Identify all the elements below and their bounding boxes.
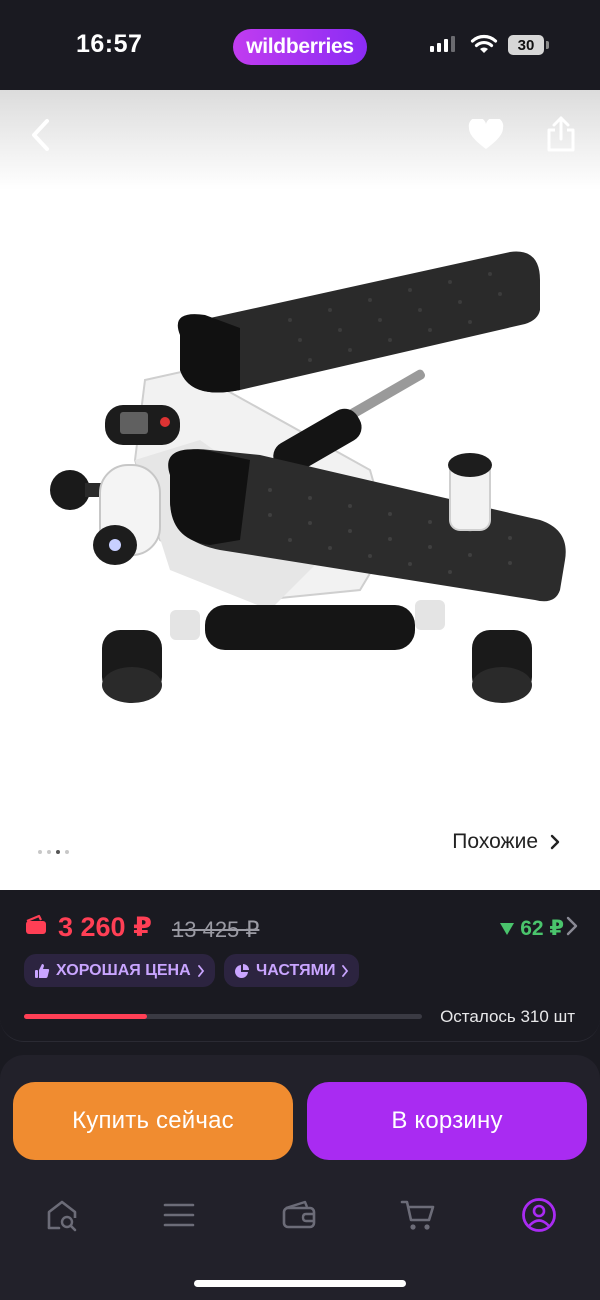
similar-label: Похожие	[452, 830, 538, 853]
chevron-right-icon[interactable]	[566, 916, 578, 936]
triangle-down-icon	[500, 922, 515, 935]
good-price-badge[interactable]: ХОРОШАЯ ЦЕНА	[24, 954, 215, 987]
favorite-button[interactable]	[465, 115, 507, 155]
old-price: 13 425 ₽	[172, 917, 260, 942]
bottom-action-sheet: Купить сейчас В корзину	[0, 1055, 600, 1300]
cashback-value: 62 ₽	[520, 917, 564, 940]
profile-icon	[522, 1198, 556, 1232]
share-button[interactable]	[540, 112, 582, 156]
price-panel: 3 260 ₽ 13 425 ₽ 62 ₽ ХОРОШАЯ ЦЕНА ЧАСТЯ…	[0, 890, 600, 1042]
thumbs-up-icon	[35, 963, 50, 978]
tab-profile[interactable]	[509, 1185, 569, 1245]
bottom-tab-bar	[0, 1185, 600, 1245]
tab-cart[interactable]	[388, 1185, 448, 1245]
product-image-stepper	[50, 251, 566, 703]
installments-label: ЧАСТЯМИ	[256, 961, 336, 979]
chevron-left-icon	[32, 119, 49, 151]
gallery-pagination	[38, 850, 69, 854]
screen: 16:57 wildberries 30 Похожие 3 260 ₽ 13 …	[0, 0, 600, 1300]
wallet-icon	[282, 1200, 316, 1229]
stock-left-label: Осталось 310 шт	[440, 1007, 575, 1026]
gallery-top-gradient	[0, 90, 600, 190]
status-time: 16:57	[76, 30, 143, 58]
tab-catalog[interactable]	[149, 1185, 209, 1245]
tab-home[interactable]	[32, 1185, 92, 1245]
product-gallery[interactable]: Похожие	[0, 90, 600, 890]
pagination-dot	[47, 850, 51, 854]
catalog-menu-icon	[163, 1203, 195, 1227]
home-search-icon	[47, 1200, 77, 1232]
battery-icon: 30	[508, 35, 544, 55]
pagination-dot	[65, 850, 69, 854]
brand-pill[interactable]: wildberries	[233, 29, 367, 65]
good-price-label: ХОРОШАЯ ЦЕНА	[56, 961, 191, 979]
stock-progress-fill	[24, 1014, 148, 1019]
cashback[interactable]: 62 ₽	[500, 916, 564, 941]
pie-chart-icon	[235, 963, 249, 978]
wifi-icon	[470, 34, 498, 53]
pagination-dot	[38, 850, 42, 854]
tab-wallet[interactable]	[269, 1185, 329, 1245]
cellular-signal-icon	[430, 36, 455, 52]
buy-now-button[interactable]: Купить сейчас	[13, 1082, 293, 1160]
back-button[interactable]	[20, 115, 60, 155]
installments-badge[interactable]: ЧАСТЯМИ	[224, 954, 360, 987]
stock-progress-bar	[24, 1014, 422, 1019]
add-to-cart-button[interactable]: В корзину	[307, 1082, 587, 1160]
cart-icon	[400, 1200, 435, 1230]
home-indicator	[194, 1280, 406, 1287]
current-price: 3 260 ₽	[58, 912, 152, 942]
similar-products-link[interactable]: Похожие	[452, 830, 560, 854]
heart-icon	[468, 119, 504, 149]
share-icon	[547, 116, 575, 152]
status-bar: 16:57 wildberries 30	[0, 0, 600, 90]
wallet-price-icon	[26, 914, 46, 934]
chevron-right-icon	[342, 964, 349, 977]
chevron-right-icon	[550, 834, 560, 850]
pagination-dot-active	[56, 850, 60, 854]
chevron-right-icon	[197, 964, 204, 977]
battery-tip	[546, 41, 549, 49]
